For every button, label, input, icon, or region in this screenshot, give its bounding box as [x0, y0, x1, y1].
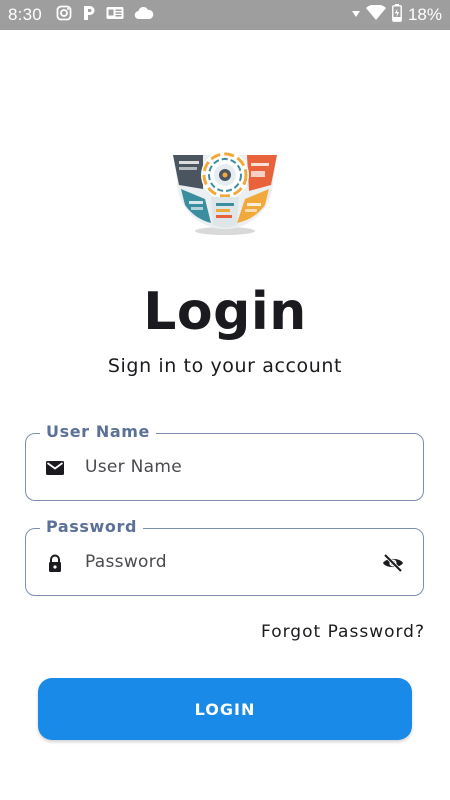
battery-charging-icon — [392, 3, 402, 27]
news-icon — [106, 6, 124, 25]
pandora-icon — [82, 5, 96, 26]
eye-off-icon[interactable] — [381, 551, 405, 575]
app-logo-icon — [167, 145, 283, 249]
cloud-icon — [134, 6, 154, 25]
mail-icon — [45, 458, 65, 478]
lock-icon — [45, 553, 65, 573]
username-field[interactable]: User Name — [25, 422, 424, 501]
wifi-icon — [365, 3, 386, 26]
status-bar: 8:30 18% — [0, 0, 450, 30]
instagram-icon — [56, 5, 72, 26]
notification-icons — [56, 5, 154, 26]
forgot-password-link[interactable]: Forgot Password? — [261, 622, 425, 642]
password-input[interactable] — [85, 529, 365, 595]
username-input[interactable] — [85, 434, 365, 500]
login-button[interactable]: LOGIN — [38, 678, 412, 740]
signal-arrow-icon — [351, 6, 360, 24]
page-title: Login — [143, 282, 307, 342]
password-field[interactable]: Password — [25, 517, 424, 596]
status-time: 8:30 — [8, 5, 42, 24]
page-subtitle: Sign in to your account — [107, 355, 343, 377]
battery-percent: 18% — [407, 5, 442, 24]
system-icons: 18% — [351, 3, 442, 27]
